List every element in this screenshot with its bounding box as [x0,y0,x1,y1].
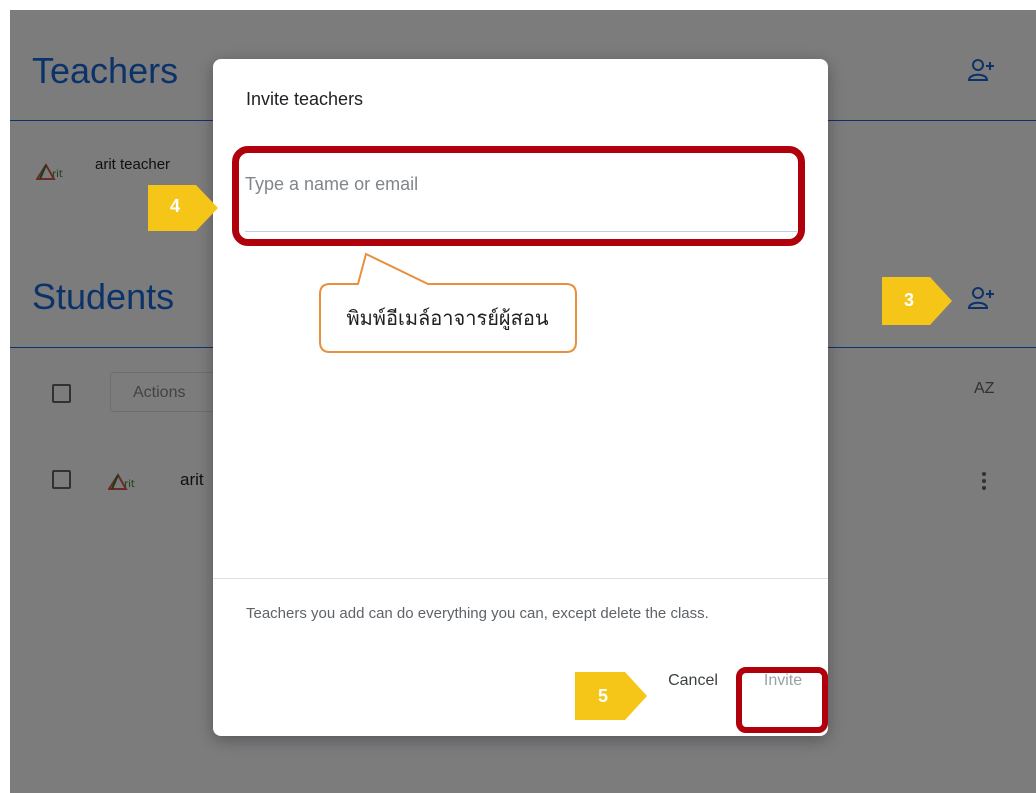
dialog-title: Invite teachers [246,89,364,109]
step-4-label: 4 [169,196,180,216]
step-3-label: 3 [903,290,914,310]
invite-highlight-box [736,667,828,733]
input-highlight-box [232,146,805,246]
dialog-divider [213,578,828,579]
footer-note: Teachers you add can do everything you c… [246,605,709,622]
step-5-label: 5 [597,686,608,706]
callout-text: พิมพ์อีเมล์อาจารย์ผู้สอน [346,308,549,330]
cancel-button[interactable]: Cancel [653,661,733,701]
